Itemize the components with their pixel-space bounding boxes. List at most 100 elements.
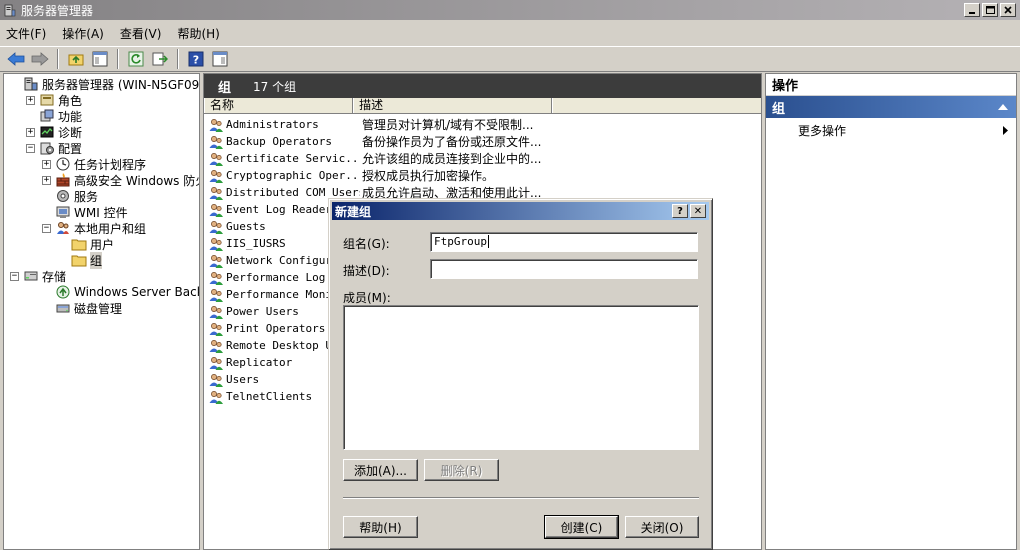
column-header-description[interactable]: 描述 — [353, 98, 552, 113]
description-label: 描述(D): — [343, 264, 390, 278]
tree-item[interactable]: + 角色 — [26, 92, 82, 108]
up-one-level-button[interactable] — [65, 48, 87, 70]
diagnostics-icon — [39, 124, 55, 140]
actions-pane: 操作 组 更多操作 — [765, 73, 1017, 550]
group-icon — [209, 237, 223, 251]
folder-icon — [71, 236, 87, 252]
tree-item-label: 服务 — [74, 189, 99, 204]
submenu-arrow-icon — [1003, 125, 1008, 135]
disk-management-icon — [55, 300, 71, 316]
tree-item-label: WMI 控件 — [74, 205, 128, 220]
menu-help[interactable]: 帮助(H) — [177, 25, 219, 42]
tree-item[interactable]: + 任务计划程序 — [42, 156, 146, 172]
expand-icon[interactable]: + — [26, 95, 35, 105]
tree-item-label: 组 — [90, 251, 103, 269]
show-hide-console-tree-button[interactable] — [89, 48, 111, 70]
collapse-icon[interactable]: − — [26, 143, 35, 153]
tree-item[interactable]: + 高级安全 Windows 防火墙 — [42, 172, 199, 188]
remove-member-button[interactable]: 删除(R) — [424, 459, 499, 481]
dialog-help-button[interactable]: ? — [672, 204, 688, 218]
actions-group-groups[interactable]: 组 — [766, 96, 1016, 118]
group-icon — [209, 118, 223, 132]
group-icon — [209, 203, 223, 217]
dialog-help-push-button[interactable]: 帮助(H) — [343, 516, 418, 538]
back-arrow-icon — [7, 52, 25, 66]
tree-item[interactable]: 磁盘管理 — [42, 300, 122, 316]
tree-item[interactable]: + 诊断 — [26, 124, 82, 140]
toolbar-separator — [57, 49, 59, 69]
table-row[interactable]: Administrators 管理员对计算机/域有不受限制... — [208, 116, 534, 133]
expand-icon[interactable]: + — [42, 175, 51, 185]
tree-item[interactable]: − 存储 — [10, 268, 66, 284]
members-list[interactable] — [343, 305, 699, 450]
table-row[interactable]: Cryptographic Oper... 授权成员执行加密操作。 — [208, 167, 494, 184]
export-list-button[interactable] — [149, 48, 171, 70]
window-title: 服务器管理器 — [21, 3, 94, 18]
column-header-name[interactable]: 名称 — [204, 98, 354, 113]
members-label: 成员(M): — [343, 291, 391, 305]
dialog-close-button[interactable]: ✕ — [690, 204, 706, 218]
tree-item[interactable]: 功能 — [26, 108, 82, 124]
tree-item-label: 服务器管理器 (WIN-N5GF09UCGF — [42, 77, 200, 92]
group-icon — [209, 254, 223, 268]
toolbar: ? — [0, 46, 1020, 72]
table-row[interactable]: Backup Operators 备份操作员为了备份或还原文件... — [208, 133, 541, 150]
task-scheduler-icon — [55, 156, 71, 172]
dialog-title-buttons: ? ✕ — [672, 204, 706, 218]
description-input[interactable] — [430, 259, 698, 279]
groups-header: 组 17 个组 — [204, 74, 761, 98]
menu-action[interactable]: 操作(A) — [62, 25, 104, 42]
server-manager-app-icon — [4, 4, 16, 16]
tree-item[interactable]: − 本地用户和组 — [42, 220, 146, 236]
add-member-button[interactable]: 添加(A)... — [343, 459, 418, 481]
group-name: Administrators — [226, 118, 319, 131]
groups-title: 组 — [218, 80, 232, 96]
refresh-button[interactable] — [125, 48, 147, 70]
console-tree: 服务器管理器 (WIN-N5GF09UCGF + 角色功能 + 诊断 − 配置 + 任务计划程序… — [3, 73, 200, 550]
table-row[interactable]: Certificate Servic... 允许该组的成员连接到企业中的... — [208, 150, 541, 167]
local-users-groups-icon — [55, 220, 71, 236]
close-window-button[interactable] — [1000, 3, 1016, 17]
back-button[interactable] — [5, 48, 27, 70]
menu-file[interactable]: 文件(F) — [6, 25, 46, 42]
collapse-icon[interactable]: − — [42, 223, 51, 233]
expand-icon[interactable]: + — [26, 127, 35, 137]
collapse-icon[interactable]: − — [10, 271, 19, 281]
show-hide-action-pane-button[interactable] — [209, 48, 231, 70]
tree-item[interactable]: 服务器管理器 (WIN-N5GF09UCGF — [10, 76, 200, 92]
window-controls — [964, 3, 1016, 17]
close-icon — [1004, 6, 1012, 14]
help-question-icon: ? — [677, 205, 683, 217]
server-manager-icon — [23, 76, 39, 92]
close-dialog-button[interactable]: 关闭(O) — [625, 516, 699, 538]
tree-item-label: 配置 — [58, 141, 83, 156]
create-button[interactable]: 创建(C) — [544, 515, 619, 539]
tree-item[interactable]: 服务 — [42, 188, 98, 204]
tree-item-label: Windows Server Backup — [74, 285, 199, 299]
firewall-icon — [55, 172, 71, 188]
group-name: Cryptographic Oper... — [226, 169, 360, 182]
tree-item[interactable]: − 配置 — [26, 140, 82, 156]
export-list-icon — [152, 52, 168, 66]
list-column-headers: 名称 描述 — [204, 98, 761, 114]
toolbar-separator — [177, 49, 179, 69]
group-icon — [209, 356, 223, 370]
more-actions-item[interactable]: 更多操作 — [766, 118, 1016, 142]
group-name-input[interactable]: FtpGroup — [430, 232, 698, 252]
maximize-button[interactable] — [982, 3, 998, 17]
tree-item[interactable]: WMI 控件 — [42, 204, 128, 220]
action-pane-icon — [212, 51, 228, 67]
group-icon — [209, 322, 223, 336]
tree-item[interactable]: 用户 — [58, 236, 114, 252]
tree-item[interactable]: Windows Server Backup — [42, 284, 199, 300]
group-name-label: 组名(G): — [343, 237, 390, 251]
group-description: 管理员对计算机/域有不受限制... — [362, 118, 534, 132]
expand-icon[interactable]: + — [42, 159, 51, 169]
help-toolbar-button[interactable]: ? — [185, 48, 207, 70]
services-icon — [55, 188, 71, 204]
wmi-control-icon — [55, 204, 71, 220]
tree-item[interactable]: 组 — [58, 251, 103, 269]
menu-view[interactable]: 查看(V) — [120, 25, 162, 42]
minimize-button[interactable] — [964, 3, 980, 17]
forward-button[interactable] — [29, 48, 51, 70]
